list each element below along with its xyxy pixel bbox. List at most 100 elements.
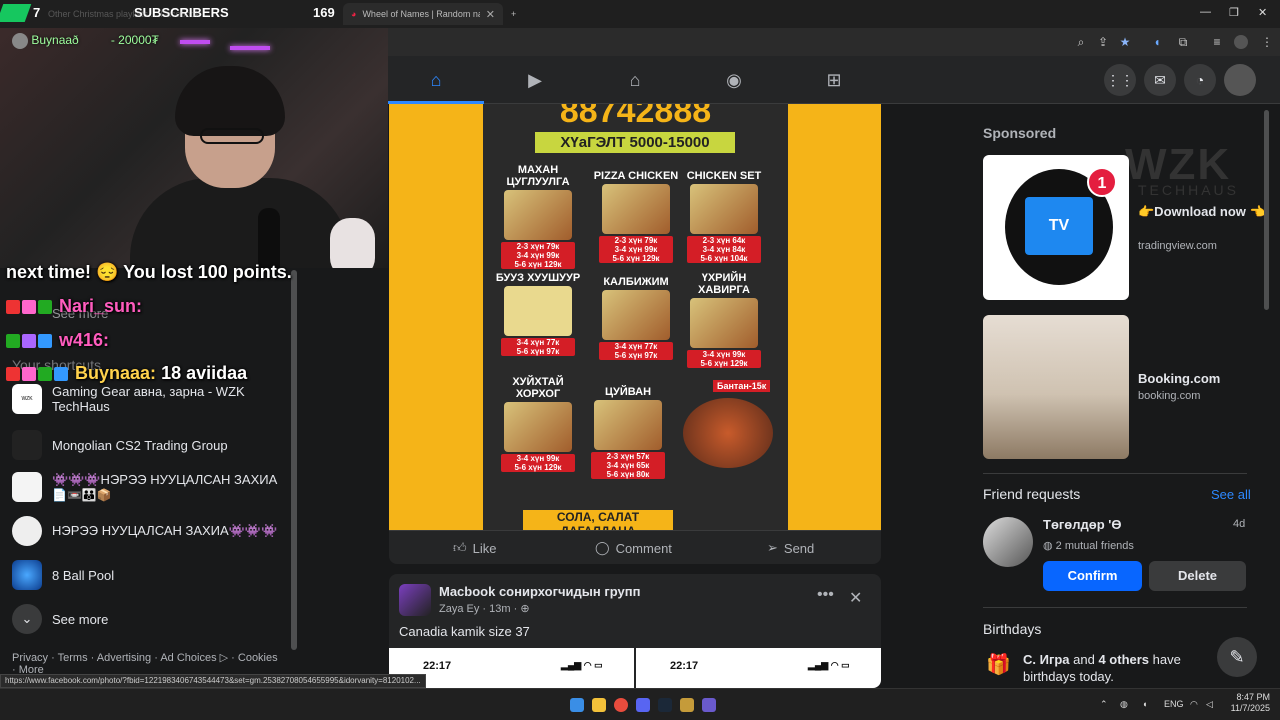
tray-chevron-icon[interactable]: ⌃ [1100, 699, 1108, 710]
install-icon[interactable]: ⇪ [1096, 35, 1110, 49]
dish-photo [594, 400, 662, 450]
comment-button[interactable]: ◯ Comment [595, 540, 672, 556]
shortcut-8-ball-pool[interactable]: 8 Ball Pool [12, 560, 114, 590]
dish-price: 3-4 хүн 77к [516, 338, 560, 347]
divider [983, 473, 1247, 474]
confirm-button[interactable]: Confirm [1043, 561, 1142, 591]
shortcut-cs2[interactable]: Mongolian CS2 Trading Group [12, 430, 228, 460]
tradingview-ad-image[interactable]: TV 1 [983, 155, 1129, 300]
hide-post-icon[interactable]: ✕ [849, 588, 862, 608]
subs-accent [0, 4, 32, 22]
footer-links[interactable]: Privacy · Terms · Advertising · Ad Choic… [12, 651, 282, 676]
cs2-thumb [12, 430, 42, 460]
maximize-icon[interactable]: ❐ [1229, 6, 1239, 19]
requester-name[interactable]: Төгөлдөр 'Ө [1043, 517, 1121, 532]
zoom-icon[interactable]: ⌕ [1074, 35, 1088, 49]
steam-icon[interactable] [658, 698, 672, 712]
ad-url-tradingview[interactable]: tradingview.com [1138, 240, 1217, 252]
close-tab-icon[interactable]: ✕ [486, 8, 495, 21]
see-all-link[interactable]: See all [1211, 487, 1251, 502]
booking-ad-image[interactable] [983, 315, 1129, 459]
menu-kebab-icon[interactable]: ⋮ [1260, 35, 1274, 49]
bookmark-star-icon[interactable]: ★ [1118, 35, 1132, 49]
notifications-bell-icon[interactable]: ◔ [1184, 64, 1216, 96]
dish-price: 2-3 хүн 79к [614, 236, 658, 245]
tray-network-icon[interactable]: ◍ [1120, 699, 1128, 710]
puzzle-icon[interactable]: ⧉ [1176, 35, 1190, 49]
send-button[interactable]: ➢ Send [767, 540, 814, 556]
friend-request-avatar[interactable] [983, 517, 1033, 567]
status-url: https://www.facebook.com/photo/?fbid=122… [0, 674, 426, 688]
ad-title-tradingview[interactable]: 👉Download now 👈 [1138, 204, 1266, 220]
groups-icon[interactable]: ◉ [722, 68, 746, 92]
app-icon-2[interactable] [702, 698, 716, 712]
account-avatar[interactable] [1224, 64, 1256, 96]
start-icon[interactable] [570, 698, 584, 712]
profile-avatar[interactable] [1234, 35, 1248, 49]
minimize-icon[interactable]: — [1200, 6, 1211, 18]
discord-icon[interactable] [636, 698, 650, 712]
home-icon[interactable]: ⌂ [424, 68, 448, 92]
dish-price: 5-6 хүн 97к [516, 347, 560, 356]
file-explorer-icon[interactable] [592, 698, 606, 712]
badge-icon [6, 300, 20, 315]
right-scrollbar[interactable] [1264, 110, 1269, 310]
new-tab-button[interactable]: + [503, 3, 524, 25]
tray-mic-icon[interactable]: ◖ [1142, 699, 1147, 709]
dish-price: 2-3 хүн 79к [516, 242, 560, 251]
marketplace-icon[interactable]: ⌂ [623, 68, 647, 92]
messenger-icon[interactable]: ✉ [1144, 64, 1176, 96]
shortcut-hidden-order-1[interactable]: 👾👾👾НЭРЭЭ НУУЦАЛСАН ЗАХИА 📄📼👪📦 [12, 472, 282, 502]
tab-facebook[interactable]: Other Christmas playlists ... Facebook [40, 3, 340, 25]
media-icon[interactable]: ≡ [1210, 35, 1224, 49]
dish-price: 5-6 хүн 104к [700, 254, 748, 263]
dish-price: 5-6 хүн 129к [612, 254, 660, 263]
dish-price: 5-6 хүн 80к [606, 470, 650, 479]
group-name[interactable]: Macbook сонирхогчидын групп [439, 584, 640, 599]
chat-line-buynaaa: Buynaaa: 18 aviidaa [6, 363, 247, 384]
chrome-icon[interactable] [614, 698, 628, 712]
see-more-button[interactable]: ⌄ See more [12, 604, 108, 634]
language-indicator[interactable]: ENG [1164, 699, 1184, 709]
shortcut-wzk[interactable]: WZK Gaming Gear авна, зарна - WZK TechHa… [12, 384, 282, 414]
ad-url-booking[interactable]: booking.com [1138, 390, 1200, 402]
new-message-icon[interactable]: ✎ [1217, 637, 1257, 677]
video-icon[interactable]: ▶ [523, 68, 547, 92]
post-time[interactable]: 13m [489, 603, 510, 615]
plush-toy [330, 218, 375, 268]
dish-price: 5-6 хүн 97к [614, 351, 658, 360]
clock[interactable]: 8:47 PM 11/7/2025 [1226, 692, 1270, 714]
like-button[interactable]: 👍︎ Like [453, 540, 496, 556]
wzk-logo: WZK [12, 384, 42, 414]
photo-screenshot-1[interactable]: 22:17 ▂▄▆ ◠ ▭ [389, 648, 634, 688]
left-scrollbar[interactable] [291, 270, 297, 650]
extension-icon[interactable]: ◖ [1150, 35, 1164, 49]
sponsored-heading: Sponsored [983, 125, 1057, 141]
shortcut-label: 👾👾👾НЭРЭЭ НУУЦАЛСАН ЗАХИА [52, 472, 278, 487]
group-avatar[interactable] [399, 584, 431, 616]
badge-icon [22, 334, 36, 349]
status-icons: ▂▄▆ ◠ ▭ [561, 660, 603, 670]
app-icon[interactable] [680, 698, 694, 712]
birthday-text[interactable]: С. Игра and 4 others have birthdays toda… [1023, 651, 1233, 685]
more-options-icon[interactable]: ••• [817, 586, 834, 604]
gaming-icon[interactable]: ⊞ [822, 68, 846, 92]
dish-5: КАЛБИЖИМ 3-4 хүн 77к 5-6 хүн 97к [591, 276, 681, 360]
menu-grid-icon[interactable]: ⋮⋮ [1104, 64, 1136, 96]
shortcut-hidden-order-2[interactable]: НЭРЭЭ НУУЦАЛСАН ЗАХИА👾👾👾 [12, 516, 277, 546]
badge-icon [38, 300, 52, 315]
ad-title-booking[interactable]: Booking.com [1138, 371, 1220, 386]
tab-wheel-of-names[interactable]: ◕ Wheel of Names | Random name picker ✕ [343, 3, 503, 25]
photo-screenshot-2[interactable]: 22:17 ▂▄▆ ◠ ▭ [636, 648, 881, 688]
volume-icon[interactable]: ◁ [1206, 699, 1213, 710]
dish-price: 3-4 хүн 65к [606, 461, 650, 470]
taskbar: ⌃ ◍ ◖ ENG ◠ ◁ 8:47 PM 11/7/2025 [0, 688, 1280, 720]
wifi-icon[interactable]: ◠ [1190, 699, 1198, 710]
post-image-food-menu[interactable]: 88742888 ХҮaГЭЛТ 5000-15000 МАХАН ЦУГЛУУ… [389, 104, 881, 530]
dish-3: CHICKEN SET 2-3 хүн 64к 3-4 хүн 84к 5-6 хүн… [679, 170, 769, 263]
birthday-and: and [1069, 652, 1099, 667]
birthday-others: 4 others [1098, 652, 1150, 667]
delete-button[interactable]: Delete [1149, 561, 1246, 591]
close-window-icon[interactable]: ✕ [1258, 6, 1267, 19]
post-author[interactable]: Zaya Ey [439, 603, 479, 615]
